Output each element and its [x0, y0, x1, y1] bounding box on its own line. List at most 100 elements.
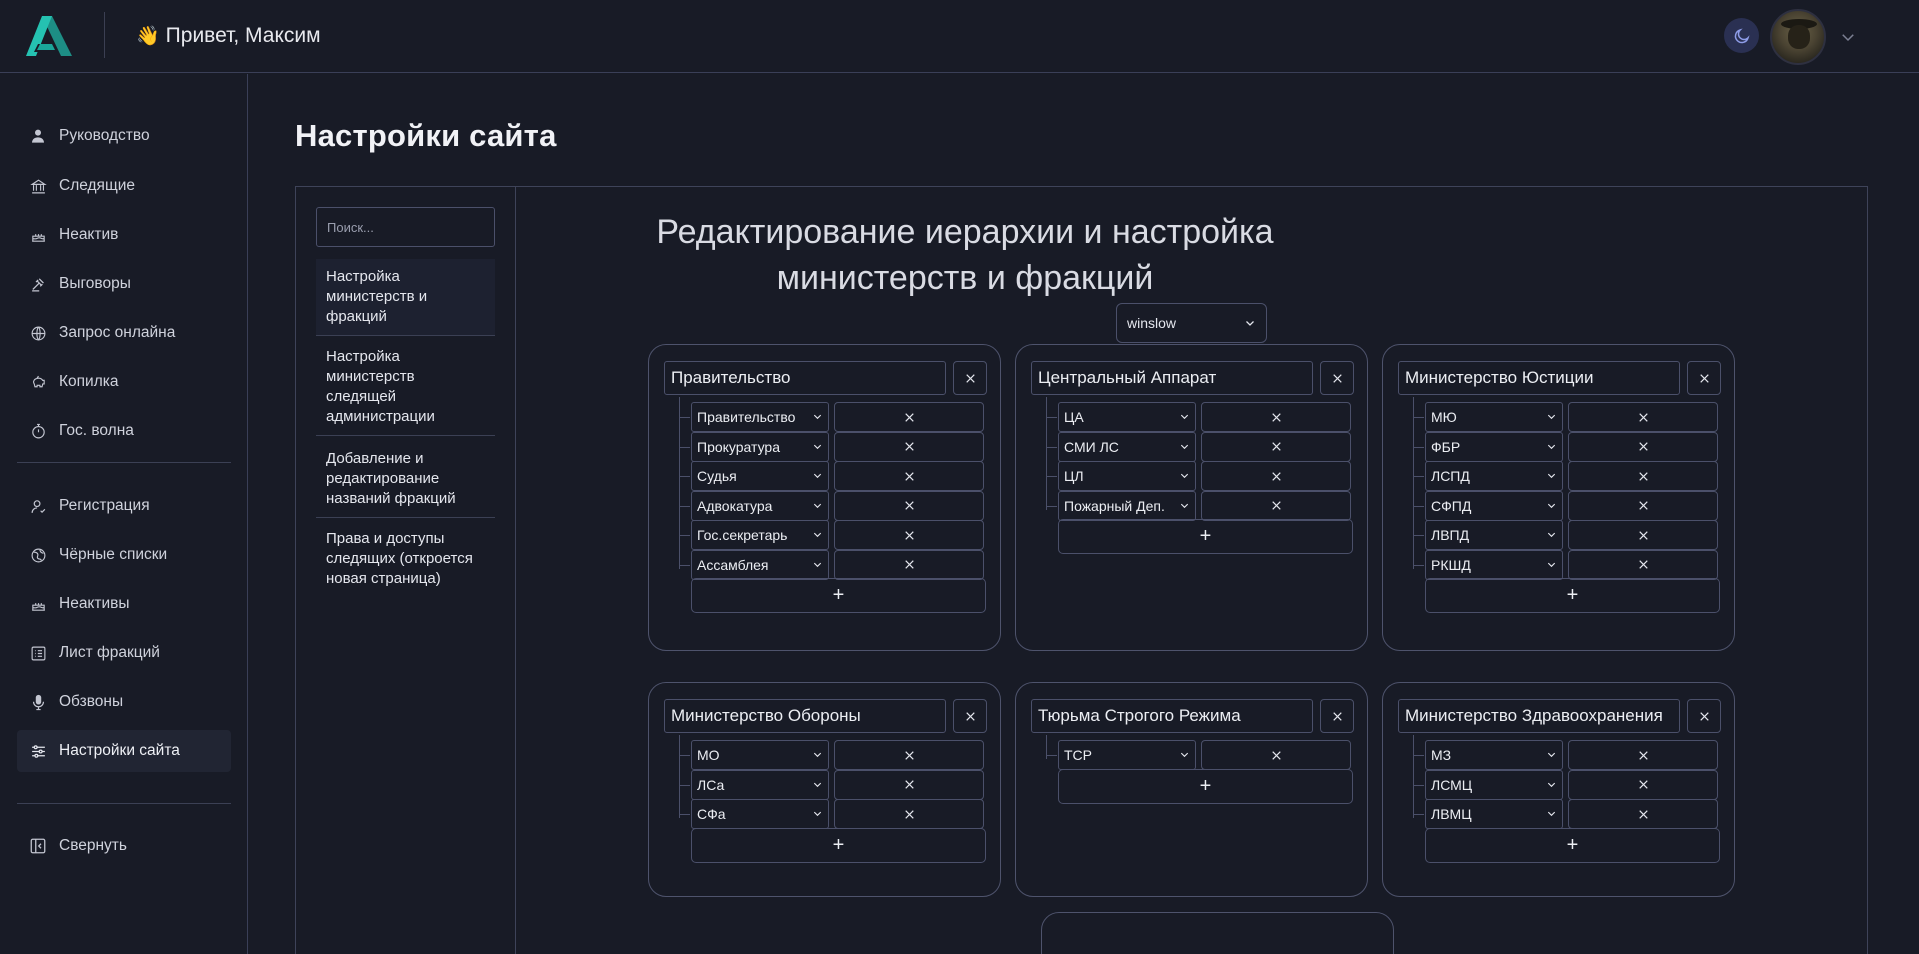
faction-select[interactable]: ЛСа	[691, 769, 829, 800]
delete-faction-button[interactable]	[834, 799, 984, 829]
delete-faction-button[interactable]	[1568, 520, 1718, 550]
delete-faction-button[interactable]	[834, 549, 984, 580]
delete-faction-button[interactable]	[1568, 461, 1718, 491]
faction-select[interactable]: РКШД	[1425, 549, 1563, 580]
delete-ministry-button[interactable]	[1687, 361, 1721, 395]
delete-faction-button[interactable]	[1568, 769, 1718, 800]
sidebar-item-site-settings[interactable]: Настройки сайта	[17, 730, 231, 772]
settings-menu-item-ministries[interactable]: Настройка министерств и фракций	[316, 259, 495, 336]
close-icon	[1638, 750, 1648, 760]
sidebar-collapse-button[interactable]: Свернуть	[17, 825, 231, 867]
faction-select[interactable]: Ассамблея	[691, 549, 829, 580]
delete-faction-button[interactable]	[834, 490, 984, 521]
close-icon	[1271, 471, 1281, 481]
list-icon	[29, 644, 47, 662]
faction-select[interactable]: МЗ	[1425, 740, 1563, 770]
sidebar-item-registration[interactable]: Регистрация	[17, 485, 231, 527]
app-logo-icon[interactable]	[24, 14, 74, 58]
ministry-name-input[interactable]: Тюрьма Строгого Режима	[1031, 699, 1313, 733]
faction-select[interactable]: ФБР	[1425, 431, 1563, 462]
faction-select[interactable]: ЦЛ	[1058, 461, 1196, 491]
delete-faction-button[interactable]	[1568, 740, 1718, 770]
delete-faction-button[interactable]	[1201, 431, 1351, 462]
theme-toggle-button[interactable]	[1724, 18, 1759, 53]
sidebar-item-reprimands[interactable]: Выговоры	[17, 263, 231, 305]
delete-faction-button[interactable]	[1568, 549, 1718, 580]
faction-select[interactable]: Правительство	[691, 402, 829, 432]
search-input[interactable]	[316, 207, 495, 247]
sidebar-item-inactives[interactable]: Неактивы	[17, 583, 231, 625]
ministry-name-input[interactable]: Министерство Здравоохранения	[1398, 699, 1680, 733]
sidebar-item-online-request[interactable]: Запрос онлайна	[17, 312, 231, 354]
add-faction-button[interactable]: +	[1058, 768, 1353, 804]
faction-select[interactable]: ЛСПД	[1425, 461, 1563, 491]
delete-faction-button[interactable]	[1201, 402, 1351, 432]
faction-select[interactable]: Прокуратура	[691, 431, 829, 462]
faction-select-value: ТСР	[1064, 747, 1092, 763]
faction-select[interactable]: Адвокатура	[691, 490, 829, 521]
faction-select[interactable]: СФа	[691, 799, 829, 829]
delete-ministry-button[interactable]	[953, 699, 987, 733]
piggy-bank-icon	[29, 373, 47, 391]
faction-select[interactable]: МЮ	[1425, 402, 1563, 432]
avatar[interactable]	[1770, 9, 1826, 65]
sidebar-item-faction-list[interactable]: Лист фракций	[17, 632, 231, 674]
delete-faction-button[interactable]	[1568, 799, 1718, 829]
faction-row: ЛВМЦ	[1413, 799, 1733, 829]
delete-ministry-button[interactable]	[1320, 699, 1354, 733]
sidebar-item-leadership[interactable]: Руководство	[17, 115, 231, 157]
faction-select[interactable]: ЛВПД	[1425, 520, 1563, 550]
chevron-down-icon	[1179, 747, 1190, 763]
add-faction-button[interactable]: +	[1425, 578, 1720, 613]
ministry-name-input[interactable]: Правительство	[664, 361, 946, 395]
server-select[interactable]: winslow	[1116, 303, 1267, 343]
delete-faction-button[interactable]	[1201, 740, 1351, 770]
new-ministry-card[interactable]	[1041, 912, 1394, 954]
delete-faction-button[interactable]	[834, 520, 984, 550]
delete-faction-button[interactable]	[1201, 461, 1351, 491]
delete-faction-button[interactable]	[834, 461, 984, 491]
delete-faction-button[interactable]	[1568, 431, 1718, 462]
sidebar-item-inactive[interactable]: Неактив	[17, 214, 231, 256]
chevron-down-icon[interactable]	[1839, 28, 1857, 46]
delete-ministry-button[interactable]	[953, 361, 987, 395]
chevron-down-icon	[1546, 498, 1557, 514]
faction-select[interactable]: СМИ ЛС	[1058, 431, 1196, 462]
add-faction-button[interactable]: +	[691, 827, 986, 863]
faction-select[interactable]: Судья	[691, 461, 829, 491]
delete-faction-button[interactable]	[834, 740, 984, 770]
delete-faction-button[interactable]	[834, 402, 984, 432]
faction-select[interactable]: Гос.секретарь	[691, 520, 829, 550]
faction-select[interactable]: ЛВМЦ	[1425, 799, 1563, 829]
ministry-name-input[interactable]: Центральный Аппарат	[1031, 361, 1313, 395]
sidebar-item-gov-wave[interactable]: Гос. волна	[17, 410, 231, 452]
delete-faction-button[interactable]	[834, 431, 984, 462]
ministry-name-input[interactable]: Министерство Юстиции	[1398, 361, 1680, 395]
delete-faction-button[interactable]	[1568, 490, 1718, 521]
faction-select[interactable]: ЦА	[1058, 402, 1196, 432]
delete-ministry-button[interactable]	[1320, 361, 1354, 395]
faction-select-value: СФПД	[1431, 497, 1472, 514]
sidebar-item-blacklists[interactable]: Чёрные списки	[17, 534, 231, 576]
delete-faction-button[interactable]	[1568, 402, 1718, 432]
chevron-down-icon	[812, 806, 823, 822]
add-faction-button[interactable]: +	[1425, 827, 1720, 863]
delete-faction-button[interactable]	[834, 769, 984, 800]
delete-faction-button[interactable]	[1201, 490, 1351, 521]
globe-alt-icon	[29, 546, 47, 564]
add-faction-button[interactable]: +	[691, 578, 986, 613]
faction-select[interactable]: ТСР	[1058, 740, 1196, 770]
settings-menu-item-watcher-rights[interactable]: Права и доступы следящих (откроется нова…	[316, 521, 495, 597]
add-faction-button[interactable]: +	[1058, 519, 1353, 554]
settings-menu-item-watcher-ministries[interactable]: Настройка министерств следящей администр…	[316, 339, 495, 436]
faction-select[interactable]: СФПД	[1425, 490, 1563, 521]
settings-menu-item-faction-names[interactable]: Добавление и редактирование названий фра…	[316, 441, 495, 518]
ministry-name-input[interactable]: Министерство Обороны	[664, 699, 946, 733]
sidebar-item-watchers[interactable]: Следящие	[17, 165, 231, 207]
sidebar-item-calls[interactable]: Обзвоны	[17, 681, 231, 723]
faction-select[interactable]: Пожарный Деп.	[1058, 490, 1196, 521]
sidebar-item-piggy-bank[interactable]: Копилка	[17, 361, 231, 403]
faction-select[interactable]: МО	[691, 740, 829, 770]
delete-ministry-button[interactable]	[1687, 699, 1721, 733]
faction-select[interactable]: ЛСМЦ	[1425, 769, 1563, 800]
